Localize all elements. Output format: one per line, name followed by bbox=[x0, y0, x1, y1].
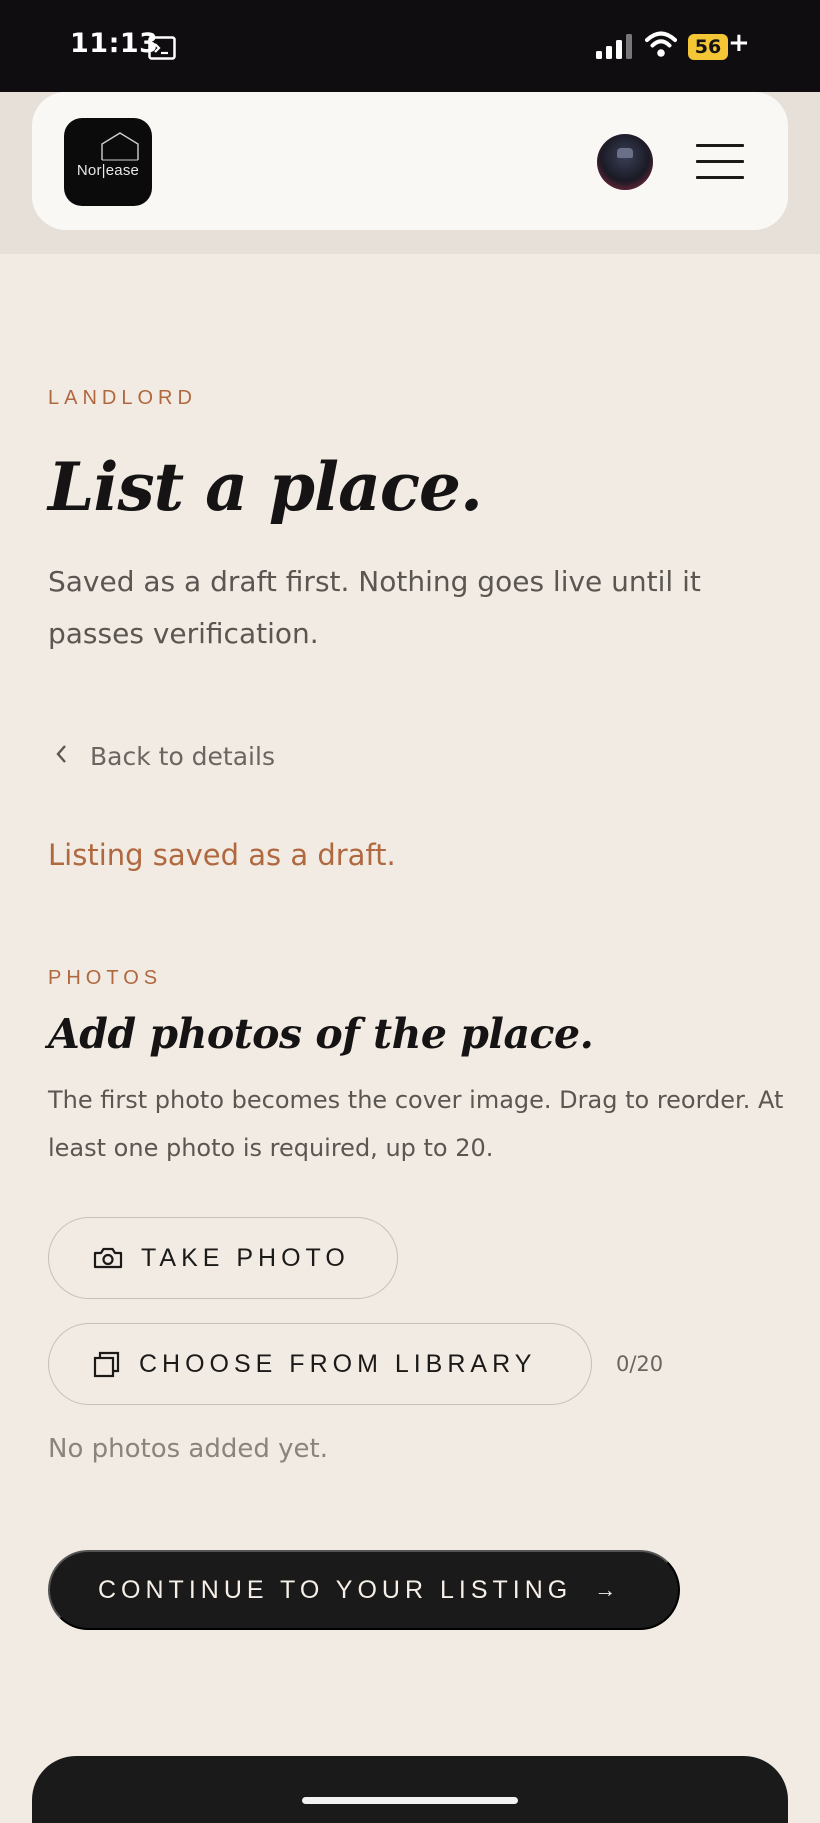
section-eyebrow-photos: PHOTOS bbox=[48, 967, 163, 989]
signal-icon bbox=[596, 32, 634, 65]
section-eyebrow-landlord: LANDLORD bbox=[48, 387, 197, 409]
logo-text: Nor|ease bbox=[76, 162, 140, 179]
continue-label: CONTINUE TO YOUR LISTING bbox=[98, 1575, 573, 1604]
photo-count: 0/20 bbox=[616, 1352, 664, 1376]
choose-from-library-button[interactable]: CHOOSE FROM LIBRARY bbox=[48, 1323, 592, 1405]
status-time: 11:13 bbox=[70, 28, 159, 59]
home-indicator[interactable] bbox=[302, 1797, 518, 1804]
status-bar: 11:13 56 + bbox=[0, 0, 820, 92]
battery-icon: 56 bbox=[688, 34, 728, 60]
choose-library-label: CHOOSE FROM LIBRARY bbox=[139, 1349, 537, 1378]
back-to-details-link[interactable]: Back to details bbox=[48, 740, 275, 772]
footer-panel bbox=[32, 1756, 788, 1823]
no-photos-message: No photos added yet. bbox=[48, 1434, 328, 1464]
terminal-icon bbox=[148, 36, 176, 65]
photos-description: The first photo becomes the cover image.… bbox=[48, 1086, 784, 1162]
take-photo-button[interactable]: TAKE PHOTO bbox=[48, 1217, 398, 1299]
avatar[interactable] bbox=[597, 134, 653, 190]
take-photo-label: TAKE PHOTO bbox=[141, 1243, 350, 1272]
house-logo-icon bbox=[101, 132, 139, 161]
photos-section-title: Add photos of the place. bbox=[48, 1010, 594, 1058]
draft-saved-notice: Listing saved as a draft. bbox=[48, 838, 396, 872]
gallery-icon bbox=[93, 1350, 121, 1378]
arrow-right-icon: → bbox=[594, 1577, 617, 1602]
page-title: List a place. bbox=[48, 448, 483, 526]
battery-charging-indicator: + bbox=[728, 28, 750, 58]
chevron-left-icon bbox=[54, 742, 68, 771]
back-link-label: Back to details bbox=[90, 741, 275, 771]
menu-icon[interactable] bbox=[696, 144, 744, 180]
site-logo[interactable]: Nor|ease bbox=[64, 118, 152, 206]
camera-icon bbox=[93, 1246, 123, 1270]
wifi-icon bbox=[645, 30, 677, 63]
intro-text: Saved as a draft first. Nothing goes liv… bbox=[48, 565, 701, 650]
continue-to-listing-button[interactable]: CONTINUE TO YOUR LISTING → bbox=[48, 1550, 680, 1630]
